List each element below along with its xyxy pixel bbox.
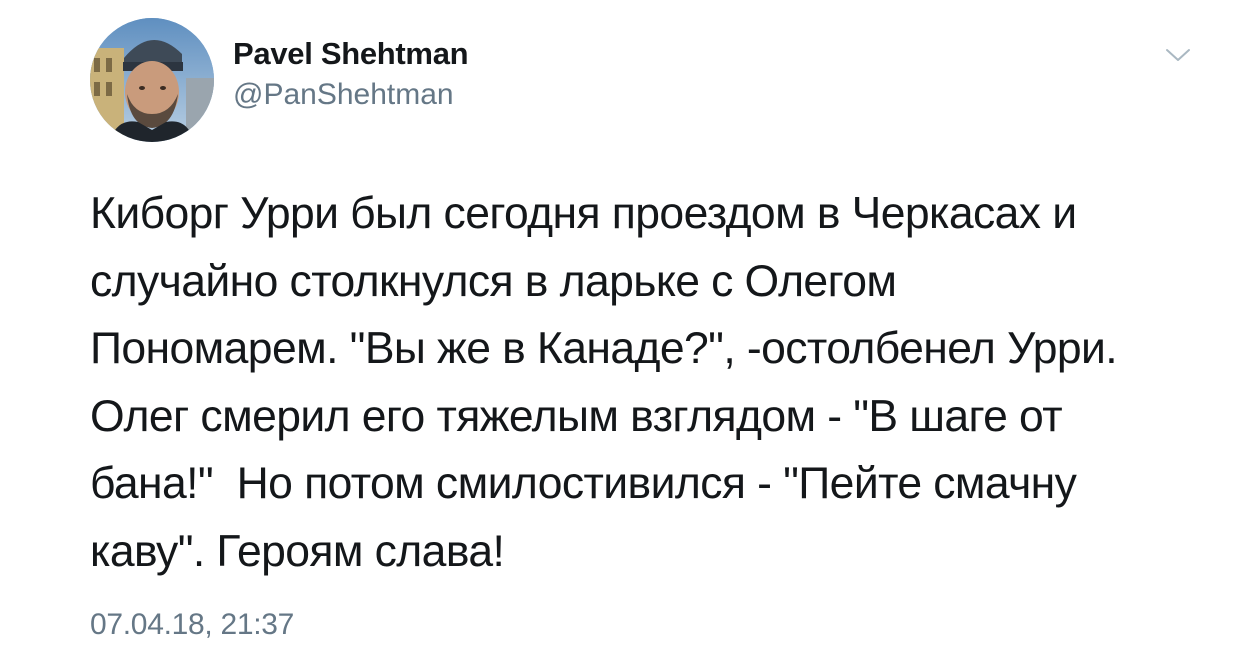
avatar-photo (90, 18, 214, 142)
tweet-text-line: каву". Героям слава! (90, 526, 505, 576)
author-display-name[interactable]: Pavel Shehtman (233, 36, 469, 72)
tweet-timestamp[interactable]: 07.04.18, 21:37 (90, 608, 294, 642)
author-handle[interactable]: @PanShehtman (233, 78, 454, 112)
tweet-text-line: бана!" Но потом смилостивился - "Пейте с… (90, 459, 1077, 508)
tweet-text-line: Олег смерил его тяжелым взглядом - "В ша… (90, 391, 1063, 441)
tweet-text-line: Пономарем. "Вы же в Канаде?", -остолбене… (90, 324, 1118, 373)
tweet-text: Киборг Урри был сегодня проездом в Черка… (90, 180, 1200, 585)
tweet-text-line: Киборг Урри был сегодня проездом в Черка… (90, 189, 1077, 238)
avatar[interactable] (90, 18, 214, 142)
chevron-down-icon[interactable] (1165, 46, 1191, 64)
tweet-text-line: случайно столкнулся в ларьке с Олегом (90, 256, 897, 306)
tweet-card: Pavel Shehtman @PanShehtman Киборг Урри … (0, 0, 1253, 668)
